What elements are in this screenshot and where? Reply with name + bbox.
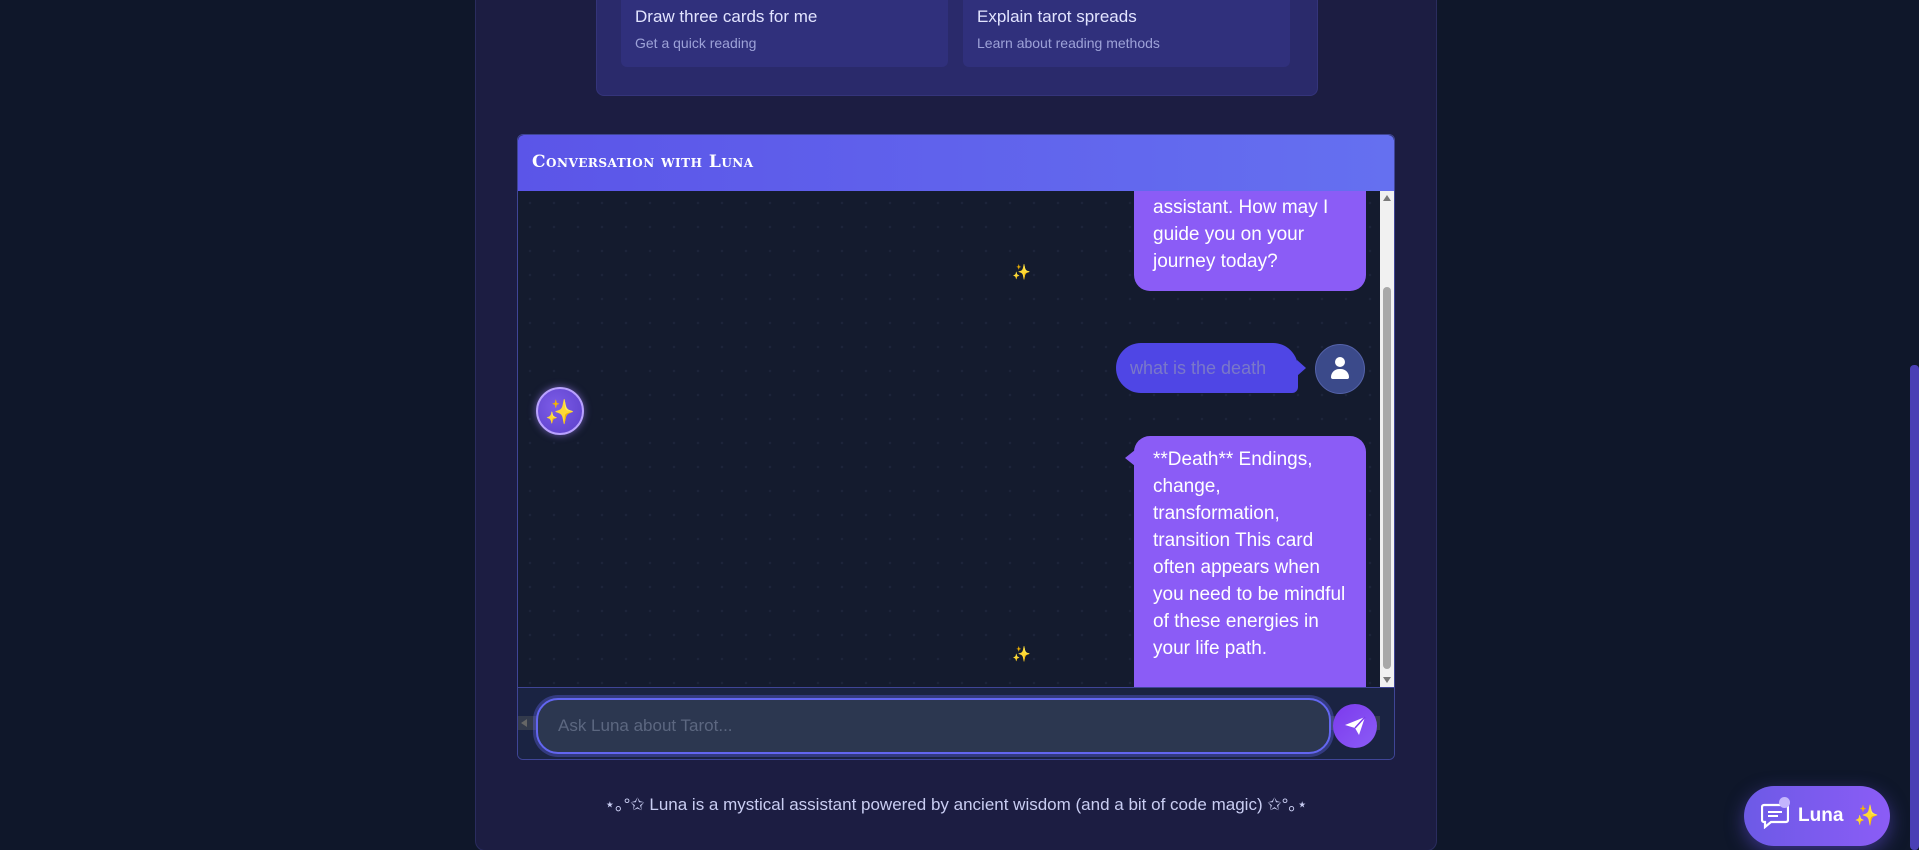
chat-header: Conversation with Luna xyxy=(518,135,1394,191)
scroll-up-arrow-icon[interactable] xyxy=(1383,195,1391,201)
chat-scrollbar[interactable] xyxy=(1380,191,1394,687)
sparkle-icon: ✨ xyxy=(1854,805,1879,827)
quick-action-title: Draw three cards for me xyxy=(635,7,818,26)
assistant-message: **Death** Endings, change, transformatio… xyxy=(1125,436,1366,708)
quick-action-subtitle: Get a quick reading xyxy=(635,35,757,51)
chat-panel: Conversation with Luna assistant. How ma… xyxy=(517,134,1395,760)
send-button[interactable] xyxy=(1333,704,1377,748)
paper-plane-icon xyxy=(1345,716,1366,735)
notification-dot xyxy=(1779,797,1790,808)
chat-input[interactable] xyxy=(536,698,1331,754)
luna-avatar-icon: ✨ xyxy=(536,387,584,435)
user-message: what is the death xyxy=(1116,343,1306,393)
page-scrollbar-thumb[interactable] xyxy=(1910,365,1919,850)
luna-launcher-label: Luna xyxy=(1798,805,1844,826)
sparkle-icon: ✨ xyxy=(1012,264,1031,281)
main-container: Draw three cards for me Get a quick read… xyxy=(475,0,1437,850)
sparkle-icon: ✨ xyxy=(1012,646,1031,663)
page: Draw three cards for me Get a quick read… xyxy=(0,0,1919,850)
chat-title: Conversation with Luna xyxy=(532,152,754,172)
assistant-message: assistant. How may I guide you on your j… xyxy=(1134,191,1366,291)
scroll-left-arrow-icon[interactable] xyxy=(521,719,527,727)
quick-action-subtitle: Learn about reading methods xyxy=(977,35,1160,51)
user-avatar-icon xyxy=(1315,344,1365,394)
luna-chat-launcher-button[interactable]: Luna ✨ xyxy=(1744,786,1890,846)
quick-action-title: Explain tarot spreads xyxy=(977,7,1137,26)
quick-action-draw-three[interactable]: Draw three cards for me Get a quick read… xyxy=(621,0,948,67)
scroll-down-arrow-icon[interactable] xyxy=(1383,677,1391,683)
chat-input-area xyxy=(518,687,1394,759)
chat-messages[interactable]: assistant. How may I guide you on your j… xyxy=(518,191,1394,708)
quick-action-explain-spreads[interactable]: Explain tarot spreads Learn about readin… xyxy=(963,0,1290,67)
footer-disclaimer: ⋆｡°✩ Luna is a mystical assistant powere… xyxy=(604,795,1308,814)
quick-actions-panel: Draw three cards for me Get a quick read… xyxy=(596,0,1318,96)
scrollbar-thumb[interactable] xyxy=(1383,287,1391,669)
